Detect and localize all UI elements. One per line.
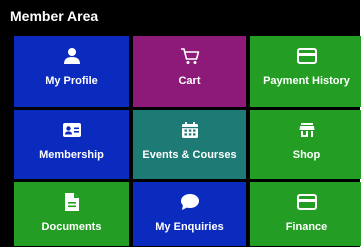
tile-label: Payment History [263, 75, 350, 87]
tile-events-courses[interactable]: Events & Courses [133, 110, 246, 179]
id-card-icon [62, 119, 82, 141]
chat-bubble-icon [180, 191, 200, 213]
tile-label: Documents [41, 221, 102, 233]
tile-label: Finance [285, 221, 328, 233]
panel-title: Member Area [10, 8, 99, 24]
tile-documents[interactable]: Documents [14, 182, 129, 246]
member-area-panel: Member Area My Profile Cart Payment Hist… [0, 0, 361, 247]
tile-label: Shop [292, 149, 321, 161]
tile-label: My Enquiries [155, 221, 224, 233]
document-icon [64, 191, 80, 213]
member-menu-grid: My Profile Cart Payment History Membersh… [14, 36, 361, 246]
cart-icon [180, 45, 200, 67]
store-icon [299, 119, 315, 141]
tile-payment-history[interactable]: Payment History [250, 36, 361, 107]
tile-membership[interactable]: Membership [14, 110, 129, 179]
credit-card-icon [296, 191, 317, 213]
calendar-icon [181, 119, 199, 141]
tile-label: Cart [178, 75, 201, 87]
tile-finance[interactable]: Finance [250, 182, 361, 246]
credit-card-icon [296, 45, 317, 67]
tile-label: Events & Courses [142, 149, 237, 161]
tile-label: My Profile [45, 75, 98, 87]
tile-label: Membership [39, 149, 104, 161]
tile-my-enquiries[interactable]: My Enquiries [133, 182, 246, 246]
user-icon [63, 45, 81, 67]
tile-shop[interactable]: Shop [250, 110, 361, 179]
tile-cart[interactable]: Cart [133, 36, 246, 107]
tile-my-profile[interactable]: My Profile [14, 36, 129, 107]
